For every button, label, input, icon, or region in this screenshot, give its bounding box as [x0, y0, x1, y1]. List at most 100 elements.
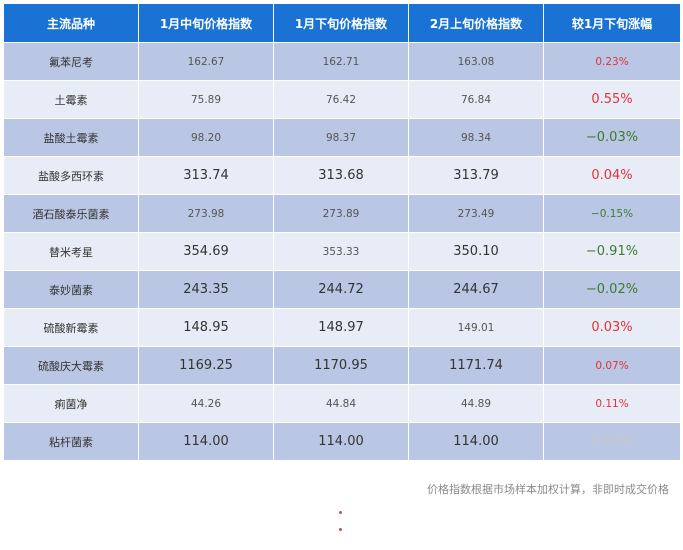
index-value: 1170.95 [314, 358, 368, 373]
table-row: 硫酸庆大霉素 1169.25 1170.95 1171.74 0.07% [4, 346, 680, 384]
index-cell: 273.49 [409, 194, 544, 232]
index-value: 244.72 [318, 282, 364, 297]
index-value: 76.42 [325, 94, 357, 106]
change-value: 0.03% [591, 320, 633, 335]
change-value: 0.23% [595, 56, 629, 68]
index-value: 44.89 [460, 398, 492, 410]
table-body: 氟苯尼考 162.67 162.71 163.08 0.23% 土霉素 75.89 76.42… [4, 42, 680, 460]
change-cell: −0.15% [544, 194, 680, 232]
index-value: 353.33 [322, 246, 360, 258]
table-row: 土霉素 75.89 76.42 76.84 0.55% [4, 80, 680, 118]
index-value: 1171.74 [449, 358, 503, 373]
variety-name: 土霉素 [4, 80, 139, 118]
table-row: 粘杆菌素 114.00 114.00 114.00 0.00% [4, 422, 680, 460]
index-cell: 114.00 [409, 422, 544, 460]
index-value: 1169.25 [179, 358, 233, 373]
header-change: 较1月下旬涨幅 [544, 4, 680, 42]
header-early-feb: 2月上旬价格指数 [409, 4, 544, 42]
index-cell: 1169.25 [139, 346, 274, 384]
change-cell: 0.11% [544, 384, 680, 422]
index-cell: 114.00 [139, 422, 274, 460]
variety-name: 硫酸新霉素 [4, 308, 139, 346]
table-row: 盐酸多西环素 313.74 313.68 313.79 0.04% [4, 156, 680, 194]
index-value: 313.79 [453, 168, 499, 183]
index-value: 114.00 [453, 434, 499, 449]
variety-name: 痢菌净 [4, 384, 139, 422]
index-cell: 162.67 [139, 42, 274, 80]
index-value: 162.71 [322, 56, 360, 68]
index-cell: 98.20 [139, 118, 274, 156]
index-value: 44.26 [190, 398, 222, 410]
change-value: 0.11% [595, 398, 629, 410]
index-cell: 354.69 [139, 232, 274, 270]
index-cell: 163.08 [409, 42, 544, 80]
header-late-jan: 1月下旬价格指数 [274, 4, 409, 42]
index-value: 98.34 [460, 132, 492, 144]
index-cell: 162.71 [274, 42, 409, 80]
index-cell: 44.84 [274, 384, 409, 422]
index-cell: 76.84 [409, 80, 544, 118]
index-cell: 44.26 [139, 384, 274, 422]
index-value: 76.84 [460, 94, 492, 106]
index-cell: 76.42 [274, 80, 409, 118]
table-row: 替米考星 354.69 353.33 350.10 −0.91% [4, 232, 680, 270]
footnote: 价格指数根据市场样本加权计算，非即时成交价格 [427, 483, 669, 496]
change-value: 0.00% [591, 434, 633, 449]
index-cell: 273.89 [274, 194, 409, 232]
table-row: 痢菌净 44.26 44.84 44.89 0.11% [4, 384, 680, 422]
index-cell: 114.00 [274, 422, 409, 460]
index-cell: 313.68 [274, 156, 409, 194]
index-cell: 98.37 [274, 118, 409, 156]
table-header-row: 主流品种 1月中旬价格指数 1月下旬价格指数 2月上旬价格指数 较1月下旬涨幅 [4, 4, 680, 42]
change-cell: 0.00% [544, 422, 680, 460]
change-value: −0.91% [585, 244, 639, 259]
index-cell: 148.97 [274, 308, 409, 346]
index-value: 148.97 [318, 320, 364, 335]
change-cell: −0.02% [544, 270, 680, 308]
change-value: −0.15% [590, 208, 634, 220]
change-cell: 0.03% [544, 308, 680, 346]
index-value: 149.01 [457, 322, 495, 334]
change-value: −0.02% [585, 282, 639, 297]
index-cell: 98.34 [409, 118, 544, 156]
index-cell: 148.95 [139, 308, 274, 346]
variety-name: 酒石酸泰乐菌素 [4, 194, 139, 232]
index-cell: 149.01 [409, 308, 544, 346]
variety-name: 盐酸土霉素 [4, 118, 139, 156]
index-cell: 243.35 [139, 270, 274, 308]
change-cell: −0.03% [544, 118, 680, 156]
index-value: 98.37 [325, 132, 357, 144]
variety-name: 氟苯尼考 [4, 42, 139, 80]
index-value: 273.49 [457, 208, 495, 220]
change-cell: 0.04% [544, 156, 680, 194]
price-index-table: 主流品种 1月中旬价格指数 1月下旬价格指数 2月上旬价格指数 较1月下旬涨幅 … [4, 4, 680, 460]
index-cell: 313.74 [139, 156, 274, 194]
index-cell: 44.89 [409, 384, 544, 422]
change-value: −0.03% [585, 130, 639, 145]
change-value: 0.55% [591, 92, 633, 107]
header-variety: 主流品种 [4, 4, 139, 42]
table-row: 盐酸土霉素 98.20 98.37 98.34 −0.03% [4, 118, 680, 156]
index-value: 162.67 [187, 56, 225, 68]
table-row: 硫酸新霉素 148.95 148.97 149.01 0.03% [4, 308, 680, 346]
index-value: 114.00 [318, 434, 364, 449]
index-cell: 353.33 [274, 232, 409, 270]
header-mid-jan: 1月中旬价格指数 [139, 4, 274, 42]
table-row: 酒石酸泰乐菌素 273.98 273.89 273.49 −0.15% [4, 194, 680, 232]
index-cell: 273.98 [139, 194, 274, 232]
change-cell: 0.07% [544, 346, 680, 384]
change-cell: −0.91% [544, 232, 680, 270]
index-value: 98.20 [190, 132, 222, 144]
variety-name: 替米考星 [4, 232, 139, 270]
index-value: 354.69 [183, 244, 229, 259]
index-value: 44.84 [325, 398, 357, 410]
index-value: 244.67 [453, 282, 499, 297]
variety-name: 硫酸庆大霉素 [4, 346, 139, 384]
decorative-dot [339, 528, 342, 531]
variety-name: 粘杆菌素 [4, 422, 139, 460]
index-value: 114.00 [183, 434, 229, 449]
index-cell: 1171.74 [409, 346, 544, 384]
change-cell: 0.55% [544, 80, 680, 118]
change-cell: 0.23% [544, 42, 680, 80]
change-value: 0.04% [591, 168, 633, 183]
